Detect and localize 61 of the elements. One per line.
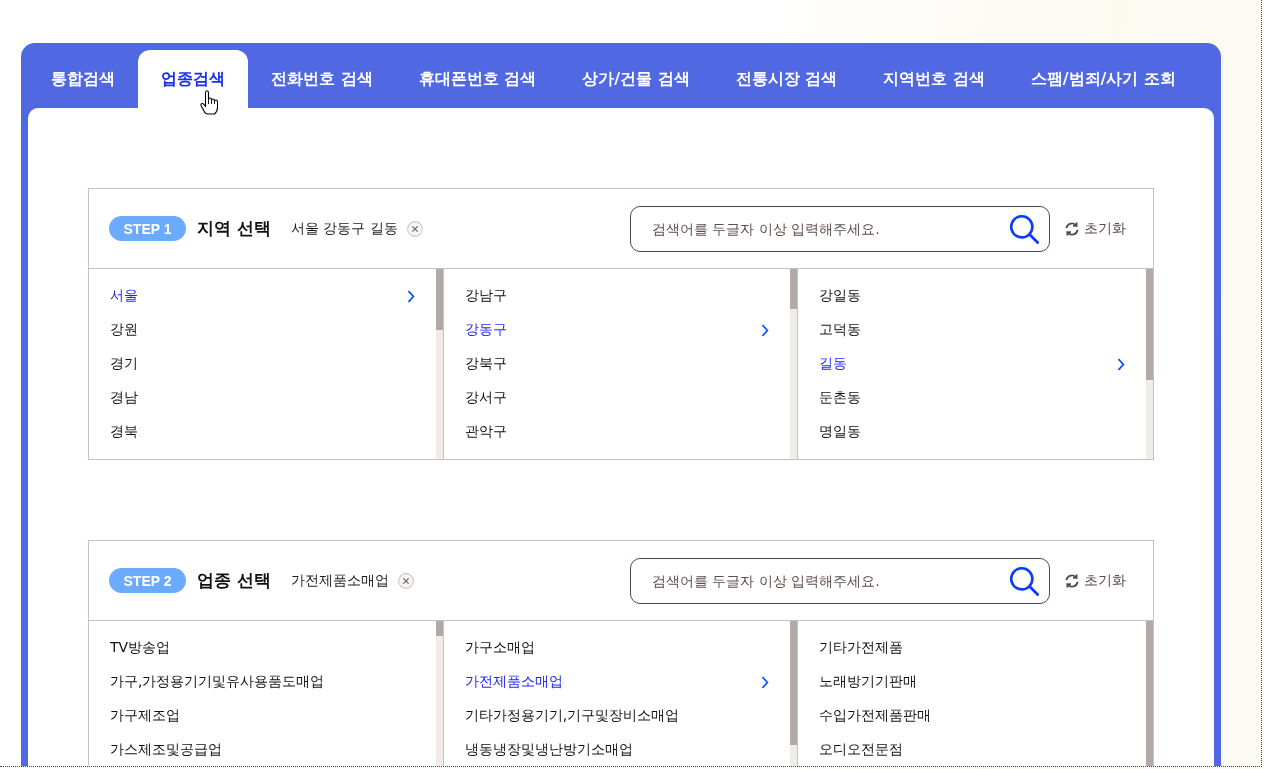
list-item[interactable]: 관악구 bbox=[443, 415, 791, 449]
clear-icon[interactable] bbox=[397, 572, 414, 589]
selected-path: 서울 강동구 길동 bbox=[290, 219, 398, 238]
list-item[interactable]: 가구제조업 bbox=[89, 699, 436, 733]
tab[interactable]: 업종검색 bbox=[138, 50, 248, 108]
step-title: 업종 선택 bbox=[197, 569, 271, 592]
reset-button[interactable]: 초기화 bbox=[1064, 571, 1126, 590]
list-item[interactable]: 서울 bbox=[89, 279, 436, 313]
list-item[interactable]: 둔촌동 bbox=[798, 381, 1146, 415]
step-title: 지역 선택 bbox=[197, 217, 271, 240]
list-item[interactable]: 수입가전제품판매 bbox=[798, 699, 1146, 733]
tab[interactable]: 전통시장 검색 bbox=[712, 50, 861, 108]
list-item[interactable]: 강서구 bbox=[443, 381, 791, 415]
list-item[interactable]: 경남 bbox=[89, 381, 436, 415]
search-field[interactable]: 검색어를 두글자 이상 입력해주세요. bbox=[630, 557, 1050, 604]
list-item[interactable]: 강동구 bbox=[443, 313, 791, 347]
list-item[interactable]: 오디오전문점 bbox=[798, 733, 1146, 766]
tab[interactable]: 상가/건물 검색 bbox=[559, 50, 713, 108]
clear-icon[interactable] bbox=[406, 220, 423, 237]
tab[interactable]: 휴대폰번호 검색 bbox=[395, 50, 560, 108]
tab[interactable]: 전화번호 검색 bbox=[248, 50, 396, 108]
list-item[interactable]: 노래방기기판매 bbox=[798, 665, 1146, 699]
list-item[interactable]: 고덕동 bbox=[798, 313, 1146, 347]
list-item[interactable]: 강원 bbox=[89, 313, 436, 347]
scrollbar[interactable] bbox=[435, 621, 443, 766]
selected-path: 가전제품소매업 bbox=[290, 571, 389, 590]
chevron-right-icon bbox=[1117, 357, 1125, 371]
list-item[interactable]: 가스제조및공급업 bbox=[89, 733, 436, 766]
search-field[interactable]: 검색어를 두글자 이상 입력해주세요. bbox=[630, 205, 1050, 252]
list-item[interactable]: 기타가정용기기,기구및장비소매업 bbox=[443, 699, 791, 733]
refresh-icon bbox=[1064, 220, 1080, 237]
list-item[interactable]: TV방송업 bbox=[89, 631, 436, 665]
scrollbar[interactable] bbox=[1146, 269, 1153, 459]
refresh-icon bbox=[1064, 572, 1080, 589]
search-icon[interactable] bbox=[1009, 565, 1039, 596]
list-item[interactable]: 가구소매업 bbox=[443, 631, 791, 665]
chevron-right-icon bbox=[761, 323, 770, 337]
list-item[interactable]: 경북 bbox=[89, 415, 436, 449]
list-item[interactable]: 가구,가정용기기및유사용품도매업 bbox=[89, 665, 436, 699]
scrollbar[interactable] bbox=[790, 621, 798, 766]
tab[interactable]: 통합검색 bbox=[28, 50, 138, 108]
list-item[interactable]: 강일동 bbox=[798, 279, 1146, 313]
tab[interactable]: 스팸/범죄/사기 조회 bbox=[1007, 50, 1199, 108]
chevron-right-icon bbox=[761, 675, 770, 689]
search-icon[interactable] bbox=[1009, 213, 1039, 244]
reset-button[interactable]: 초기화 bbox=[1064, 219, 1126, 238]
list-item[interactable]: 가전제품소매업 bbox=[443, 665, 791, 699]
scrollbar[interactable] bbox=[435, 269, 443, 459]
scrollbar[interactable] bbox=[790, 269, 798, 459]
list-item[interactable]: 길동 bbox=[798, 347, 1146, 381]
list-item[interactable]: 명일동 bbox=[798, 415, 1146, 449]
step-badge: STEP 2 bbox=[109, 568, 186, 593]
list-item[interactable]: 강북구 bbox=[443, 347, 791, 381]
chevron-right-icon bbox=[406, 289, 415, 303]
tab[interactable]: 지역번호 검색 bbox=[860, 50, 1008, 108]
list-item[interactable]: 경기 bbox=[89, 347, 436, 381]
list-item[interactable]: 냉동냉장및냉난방기소매업 bbox=[443, 733, 791, 766]
scrollbar[interactable] bbox=[1146, 621, 1153, 766]
step-badge: STEP 1 bbox=[109, 216, 186, 241]
list-item[interactable]: 강남구 bbox=[443, 279, 791, 313]
list-item[interactable]: 기타가전제품 bbox=[798, 631, 1146, 665]
